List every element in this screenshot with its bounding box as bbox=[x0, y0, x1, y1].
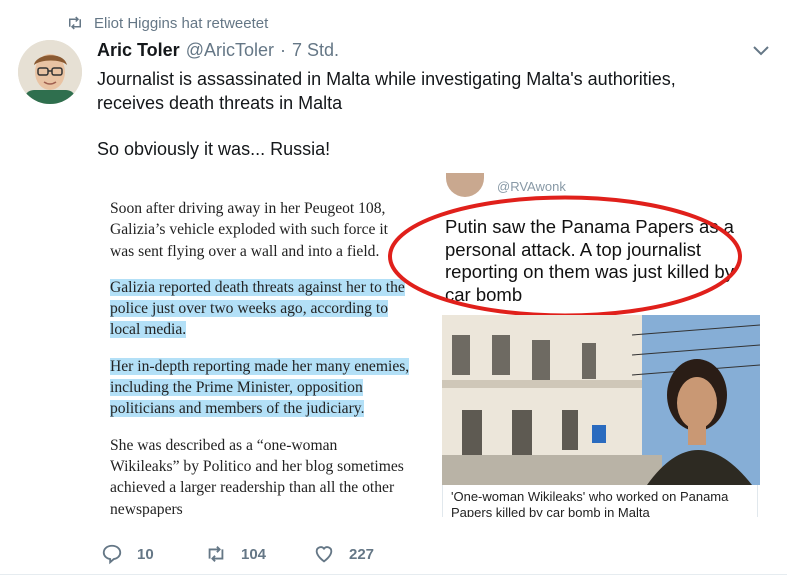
tweet-timestamp[interactable]: 7 Std. bbox=[292, 40, 339, 61]
header-separator: · bbox=[279, 40, 286, 60]
reply-icon[interactable] bbox=[101, 543, 123, 565]
quoted-handle: @RVAwonk bbox=[497, 179, 566, 194]
article-paragraph: She was described as a “one-woman Wikile… bbox=[110, 436, 404, 517]
article-photo bbox=[442, 315, 760, 485]
retweet-count: 104 bbox=[241, 545, 267, 563]
tweet-text: Journalist is assassinated in Malta whil… bbox=[97, 67, 737, 161]
article-paragraph-highlighted: Galizia reported death threats against h… bbox=[110, 278, 405, 339]
like-count: 227 bbox=[349, 545, 375, 563]
red-ellipse-annotation bbox=[388, 195, 742, 318]
retweeted-by-text[interactable]: Eliot Higgins hat retweetet bbox=[94, 15, 268, 32]
reply-count: 10 bbox=[137, 545, 154, 563]
retweeted-by-line: Eliot Higgins hat retweetet bbox=[66, 14, 268, 32]
divider bbox=[0, 574, 787, 575]
author-handle[interactable]: @AricToler bbox=[186, 40, 274, 61]
tweet-text-line: Journalist is assassinated in Malta whil… bbox=[97, 69, 676, 89]
retweet-icon[interactable] bbox=[205, 543, 227, 565]
article-paragraph: Soon after driving away in her Peugeot 1… bbox=[110, 200, 388, 260]
avatar[interactable] bbox=[18, 40, 82, 104]
chevron-down-icon[interactable] bbox=[752, 44, 770, 58]
heart-icon[interactable] bbox=[313, 543, 335, 565]
retweet-icon bbox=[69, 16, 81, 30]
retweet-action[interactable]: 104 bbox=[205, 543, 266, 565]
tweet-media-image[interactable]: Soon after driving away in her Peugeot 1… bbox=[97, 171, 767, 517]
article-excerpt: Soon after driving away in her Peugeot 1… bbox=[110, 198, 410, 517]
like-action[interactable]: 227 bbox=[313, 543, 374, 565]
author-name[interactable]: Aric Toler bbox=[97, 40, 180, 61]
photo-caption: 'One-woman Wikileaks' who worked on Pana… bbox=[442, 485, 758, 517]
tweet-header: Aric Toler @AricToler · 7 Std. bbox=[97, 40, 339, 61]
reply-action[interactable]: 10 bbox=[101, 543, 154, 565]
tweet-text-line: So obviously it was... Russia! bbox=[97, 139, 331, 159]
tweet-text-line: receives death threats in Malta bbox=[97, 93, 343, 113]
article-paragraph-highlighted: Her in-depth reporting made her many ene… bbox=[110, 357, 410, 418]
